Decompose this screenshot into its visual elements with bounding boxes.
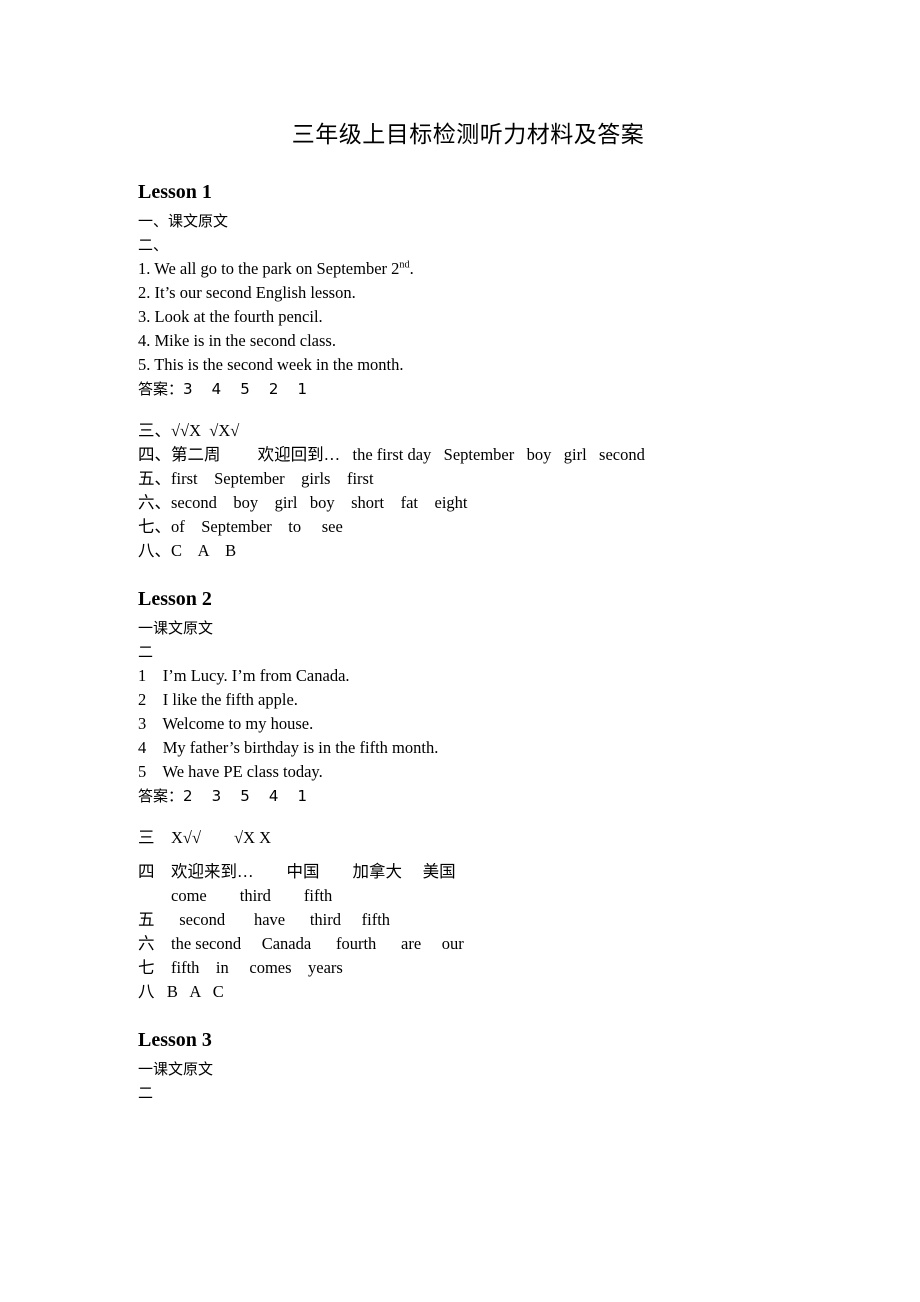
- sentence-period: .: [409, 258, 414, 278]
- section-two-label: 二: [138, 1083, 154, 1102]
- answer-section-eight: 八 B A C: [138, 981, 224, 1001]
- listening-sentence: 2. It’s our second English lesson.: [138, 282, 356, 302]
- section-two-label: 二、: [138, 235, 169, 254]
- page-title: 三年级上目标检测听力材料及答案: [291, 122, 645, 147]
- document-body: 三年级上目标检测听力材料及答案 Lesson 1 一、课文原文 二、 1. We…: [138, 100, 798, 1105]
- answer-section-four: 四 欢迎来到… 中国 加拿大 美国: [138, 861, 456, 881]
- answer-line: 答案：2 3 5 4 1: [138, 786, 308, 805]
- sentence-text: 1. We all go to the park on September 2: [138, 258, 400, 278]
- lesson-section-3: Lesson 3 一课文原文 二: [138, 1028, 798, 1105]
- answer-section-six: 六、second boy girl boy short fat eight: [138, 492, 468, 512]
- section-one-label: 一、课文原文: [138, 211, 229, 230]
- answer-section-three: 三 X√√ √X X: [138, 827, 272, 847]
- answer-section-six: 六 the second Canada fourth are our: [138, 933, 464, 953]
- section-one-label: 一课文原文: [138, 1059, 214, 1078]
- listening-sentence: 3 Welcome to my house.: [138, 713, 314, 733]
- answer-section-seven: 七 fifth in comes years: [138, 957, 343, 977]
- lesson-heading: Lesson 1: [138, 180, 212, 203]
- listening-sentence: 1 I’m Lucy. I’m from Canada.: [138, 665, 350, 685]
- answer-line: 答案：3 4 5 2 1: [138, 379, 308, 398]
- answer-section-five: 五 second have third fifth: [138, 909, 391, 929]
- answer-section-eight: 八、C A B: [138, 540, 237, 560]
- answer-section-five: 五、first September girls first: [138, 468, 374, 488]
- lesson-heading: Lesson 3: [138, 1028, 212, 1051]
- listening-sentence: 2 I like the fifth apple.: [138, 689, 298, 709]
- lesson-section-2: Lesson 2 一课文原文 二 1 I’m Lucy. I’m from Ca…: [138, 587, 798, 1004]
- answer-section-four: 四、第二周 欢迎回到… the first day September boy …: [138, 444, 645, 464]
- section-one-label: 一课文原文: [138, 618, 214, 637]
- listening-sentence: 3. Look at the fourth pencil.: [138, 306, 323, 326]
- listening-sentence: 5. This is the second week in the month.: [138, 354, 404, 374]
- answer-section-seven: 七、of September to see: [138, 516, 343, 536]
- listening-sentence: 5 We have PE class today.: [138, 761, 323, 781]
- answer-section-four-continued: come third fifth: [138, 885, 333, 905]
- answer-section-three: 三、√√X √X√: [138, 420, 240, 440]
- section-two-label: 二: [138, 642, 154, 661]
- listening-sentence: 4 My father’s birthday is in the fifth m…: [138, 737, 439, 757]
- ordinal-suffix: nd: [399, 259, 410, 271]
- lesson-section-1: Lesson 1 一、课文原文 二、 1. We all go to the p…: [138, 180, 798, 563]
- document-page: 三年级上目标检测听力材料及答案 Lesson 1 一、课文原文 二、 1. We…: [0, 0, 920, 1302]
- listening-sentence: 4. Mike is in the second class.: [138, 330, 336, 350]
- listening-sentence: 1. We all go to the park on September 2n…: [138, 257, 798, 281]
- lesson-heading: Lesson 2: [138, 587, 212, 610]
